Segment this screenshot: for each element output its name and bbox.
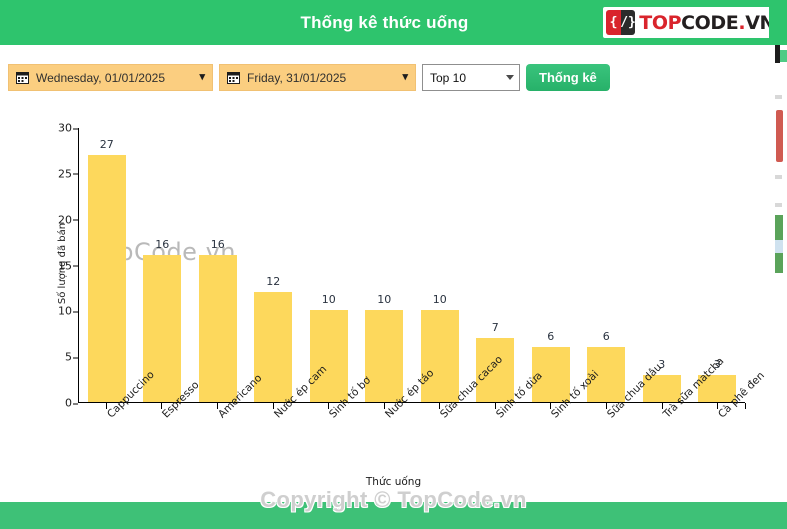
bar-value-label: 10 <box>321 293 336 307</box>
bar-slot: 6 <box>523 128 579 402</box>
logo-word-top: TOP <box>639 11 682 34</box>
calendar-icon <box>16 71 29 84</box>
y-axis-tick-label: 0 <box>65 396 72 410</box>
y-axis-tick: 30 <box>40 122 78 135</box>
x-axis-label-slot: Cappuccino <box>78 369 157 480</box>
x-axis-label-slot: Sinh tố bơ <box>300 374 373 480</box>
chevron-down-icon[interactable]: ▾ <box>402 72 408 83</box>
bar-value-label: 16 <box>210 238 225 252</box>
bar-value-label: 6 <box>602 330 610 343</box>
bar-value-label: 6 <box>547 330 555 343</box>
chevron-down-icon <box>506 75 514 80</box>
y-axis: Số lượng đã bán 0 5 10 15 20 25 30 <box>40 122 78 410</box>
calendar-icon <box>227 71 240 84</box>
chart-bar[interactable] <box>420 310 459 402</box>
bar-value-label: 12 <box>266 275 281 288</box>
x-axis-label-slot: Cà phê đen <box>689 370 767 480</box>
bar-slot: 3 <box>634 128 690 402</box>
bar-value-label: 10 <box>432 293 447 307</box>
y-axis-tick-label: 15 <box>58 259 72 272</box>
x-axis-label-slot: Sữa chua cacao <box>411 353 505 480</box>
y-axis-tick-label: 10 <box>58 304 72 318</box>
bar-value-label: 7 <box>491 320 499 334</box>
bar-slot: 12 <box>246 128 302 402</box>
x-axis-label-slot: Americano <box>189 372 264 480</box>
footer-bar <box>0 502 787 529</box>
y-axis-tick-label: 5 <box>65 350 72 364</box>
x-axis-label-slot: Espresso <box>134 379 201 480</box>
bar-slot: 10 <box>412 128 468 402</box>
bar-value-label: 16 <box>155 238 170 252</box>
statistics-button[interactable]: Thống kê <box>526 64 610 91</box>
bar-chart: TopCode.vn Số lượng đã bán 0 5 10 15 20 25 30 … <box>0 106 787 506</box>
logo-bracket-left: { <box>606 10 621 35</box>
x-axis-label-slot: Sinh tố xoài <box>523 368 601 480</box>
end-date-value: Friday, 31/01/2025 <box>247 70 347 85</box>
edge-strip-green-top <box>769 0 787 45</box>
top-n-select[interactable]: Top 10 <box>422 64 520 91</box>
start-date-picker[interactable]: Wednesday, 01/01/2025 ▾ <box>8 64 213 91</box>
x-axis-label-slot: Sữa chua dâu <box>578 361 664 480</box>
bar-slot: 6 <box>579 128 635 402</box>
bar-series: 27 16 16 12 10 10 10 7 6 6 3 3 <box>79 128 745 402</box>
bar-slot: 10 <box>301 128 357 402</box>
page-title: Thống kê thức uống <box>300 12 469 32</box>
y-axis-tick: 15 <box>40 259 78 272</box>
statistics-page: Thống kê thức uống { /} TOPCODE.VN Wedne… <box>0 0 787 529</box>
y-axis-tick: 25 <box>40 167 78 180</box>
x-axis-label-slot: Nước ép cam <box>245 363 329 480</box>
chart-bar[interactable] <box>87 154 126 402</box>
chart-bar[interactable] <box>254 292 293 402</box>
edge-strip-gray-one <box>775 95 782 99</box>
logo-word-code: CODE <box>681 11 739 34</box>
bar-slot: 16 <box>190 128 246 402</box>
topcode-logo: { /} TOPCODE.VN <box>603 7 779 38</box>
y-axis-tick: 5 <box>40 351 78 364</box>
bar-value-label: 10 <box>377 293 392 307</box>
plot-area: 27 16 16 12 10 10 10 7 6 6 3 3 <box>78 128 745 403</box>
x-axis-labels: Cappuccino Espresso Americano Nước ép cam Si… <box>78 353 767 480</box>
bar-slot: 10 <box>357 128 413 402</box>
y-axis-tick-label: 25 <box>58 167 72 181</box>
y-axis-tick: 10 <box>40 305 78 318</box>
chart-bar[interactable] <box>198 255 237 402</box>
chevron-down-icon[interactable]: ▾ <box>199 72 205 83</box>
x-axis-label: Thức uống <box>365 476 422 488</box>
bar-slot: 27 <box>79 128 135 402</box>
chart-bar[interactable] <box>365 310 404 402</box>
y-axis-tick: 0 <box>40 397 78 410</box>
x-axis-label-slot: Nước ép táo <box>356 367 436 480</box>
filter-toolbar: Wednesday, 01/01/2025 ▾ Friday, 31/01/20… <box>8 64 610 91</box>
x-axis-label-slot: Sinh tố dừa <box>467 370 545 480</box>
bar-value-label: 27 <box>99 137 114 151</box>
y-axis-tick-label: 30 <box>58 121 72 135</box>
logo-brackets-icon: { /} <box>606 10 636 35</box>
end-date-picker[interactable]: Friday, 31/01/2025 ▾ <box>219 64 416 91</box>
top-n-value: Top 10 <box>430 70 467 85</box>
start-date-value: Wednesday, 01/01/2025 <box>36 70 165 85</box>
y-axis-tick: 20 <box>40 213 78 226</box>
chart-bar[interactable] <box>309 310 348 402</box>
y-axis-tick-label: 20 <box>58 213 72 227</box>
logo-wordmark: TOPCODE.VN <box>639 12 775 34</box>
edge-strip-green-second <box>780 50 787 62</box>
bar-slot: 16 <box>135 128 191 402</box>
x-axis-label-slot: Trà sữa matcha <box>634 355 726 480</box>
logo-bracket-right: /} <box>620 10 636 35</box>
